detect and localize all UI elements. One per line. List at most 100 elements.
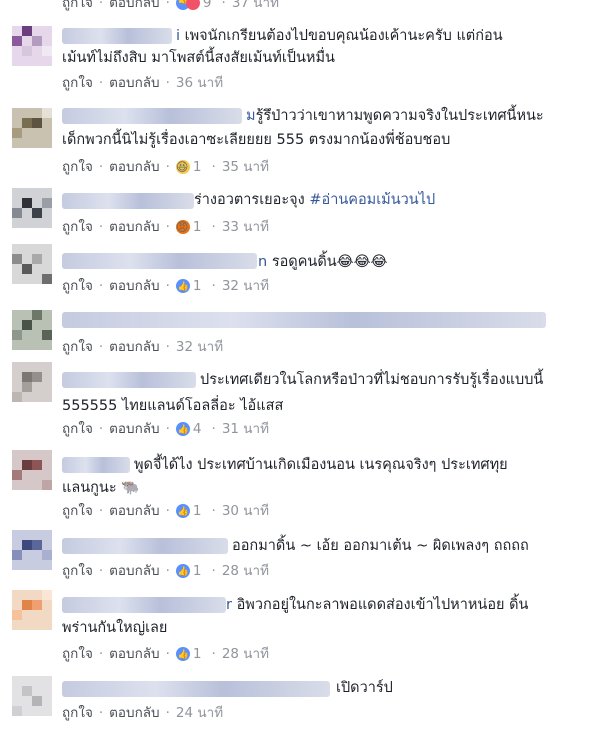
comment-item: ร่างอวตารเยอะจุง #อ่านคอมเม้นวนไป ถูกใจ ·…: [0, 184, 592, 240]
author-name-suffix[interactable]: r: [226, 597, 232, 613]
author-name-blurred[interactable]: [62, 372, 196, 388]
avatar[interactable]: [12, 450, 52, 490]
comment-text-line2: 555555 ไทยแลนด์โอลลี่อะ ไอ้แสส: [62, 398, 284, 414]
author-name-suffix[interactable]: i: [176, 28, 180, 44]
comment-item: มรู้รึป่าวว่าเขาหามพูดความจริงในประเทศนี…: [0, 104, 592, 184]
timestamp[interactable]: 30 นาที: [222, 502, 269, 520]
comment-actions: ถูกใจ·ตอบกลับ·1·35 นาที: [62, 158, 269, 176]
reaction-count[interactable]: 1: [193, 502, 202, 520]
author-name-blurred[interactable]: [62, 312, 546, 328]
author-name-blurred[interactable]: [62, 253, 257, 269]
comment-item: เปิดวาร์ป ถูกใจ · ตอบกลับ · 24 นาที: [0, 676, 592, 731]
like-link[interactable]: ถูกใจ: [62, 277, 93, 295]
like-link[interactable]: ถูกใจ: [62, 645, 93, 663]
reaction-count[interactable]: 1: [193, 562, 202, 580]
timestamp[interactable]: 31 นาที: [222, 420, 269, 438]
avatar[interactable]: [12, 530, 52, 570]
reply-link[interactable]: ตอบกลับ: [109, 562, 159, 580]
comment-text: รู้รึป่าวว่าเขาหามพูดความจริงในประเทศนี้…: [255, 108, 544, 124]
like-reaction-icon[interactable]: [175, 503, 190, 521]
timestamp[interactable]: 24 นาที: [176, 704, 223, 722]
author-name-blurred[interactable]: [62, 457, 130, 473]
reaction-count[interactable]: 4: [193, 420, 202, 438]
comment-actions: ถูกใจ · ตอบกลับ · 32 นาที: [62, 338, 224, 356]
comment-text-line2: แลนกูนะ 🐃: [62, 480, 140, 496]
avatar[interactable]: [12, 244, 52, 284]
avatar[interactable]: [12, 310, 52, 350]
comment-item: ถูกใจ · ตอบกลับ · 32 นาที: [0, 304, 592, 356]
like-link[interactable]: ถูกใจ: [62, 158, 93, 176]
like-link[interactable]: ถูกใจ: [62, 74, 93, 92]
timestamp[interactable]: 32 นาที: [222, 277, 269, 295]
reply-link[interactable]: ตอบกลับ: [109, 277, 159, 295]
avatar[interactable]: [12, 590, 52, 630]
avatar[interactable]: [12, 362, 52, 402]
author-name-blurred[interactable]: [62, 597, 226, 613]
comment-text-line2: เม้นท์ไม่ถึงสิบ มาโพสต์นี้สงสัยเม้นท์เป็…: [62, 50, 335, 66]
comment-actions: ถูกใจ·ตอบกลับ·1·33 นาที: [62, 218, 269, 236]
comment-actions: ถูกใจ·ตอบกลับ·1·32 นาที: [62, 277, 269, 296]
reaction-count[interactable]: 1: [193, 277, 202, 295]
like-link[interactable]: ถูกใจ: [62, 0, 93, 11]
comment-actions: ถูกใจ·ตอบกลับ·4·31 นาที: [62, 420, 269, 439]
like-reaction-icon[interactable]: [175, 646, 190, 664]
haha-reaction-icon[interactable]: [175, 158, 190, 176]
avatar[interactable]: [12, 188, 52, 228]
reply-link[interactable]: ตอบกลับ: [109, 420, 159, 438]
author-name-blurred[interactable]: [62, 193, 194, 209]
like-reaction-icon[interactable]: [175, 563, 190, 581]
reply-link[interactable]: ตอบกลับ: [109, 158, 159, 176]
timestamp[interactable]: 33 นาที: [222, 218, 269, 236]
comment-text: เปิดวาร์ป: [336, 680, 393, 696]
reply-link[interactable]: ตอบกลับ: [109, 338, 159, 356]
comment-item: พูดจี้ได้ไง ประเทศบ้านเกิดเมืองนอน เนรคุ…: [0, 450, 592, 526]
reply-link[interactable]: ตอบกลับ: [109, 704, 159, 722]
comment-actions: ถูกใจ · ตอบกลับ · 36 นาที: [62, 74, 224, 92]
timestamp[interactable]: 32 นาที: [176, 338, 223, 356]
author-name-suffix[interactable]: ม: [246, 108, 256, 124]
comment-item: r อิพวกอยู่ในกะลาพอแดดส่องเข้าไปหาหน่อย …: [0, 590, 592, 670]
reaction-count[interactable]: 1: [193, 158, 202, 176]
comment-text: พูดจี้ได้ไง ประเทศบ้านเกิดเมืองนอน เนรคุ…: [134, 457, 508, 473]
love-reaction-icon: [185, 0, 200, 10]
reaction-count[interactable]: 1: [193, 218, 202, 236]
avatar[interactable]: [12, 676, 52, 716]
reply-link[interactable]: ตอบกลับ: [109, 645, 159, 663]
like-link[interactable]: ถูกใจ: [62, 420, 93, 438]
timestamp[interactable]: 35 นาที: [222, 158, 269, 176]
author-name-blurred[interactable]: [62, 681, 330, 697]
like-link[interactable]: ถูกใจ: [62, 338, 93, 356]
author-name-blurred[interactable]: [62, 538, 228, 554]
timestamp[interactable]: 28 นาที: [222, 562, 269, 580]
reply-link[interactable]: ตอบกลับ: [109, 0, 159, 11]
like-link[interactable]: ถูกใจ: [62, 704, 93, 722]
author-name-suffix[interactable]: n: [258, 254, 267, 270]
comment-actions: ถูกใจ · ตอบกลับ · 24 นาที: [62, 704, 224, 722]
author-name-blurred[interactable]: [62, 108, 242, 124]
timestamp[interactable]: 36 นาที: [176, 74, 223, 92]
hashtag-link[interactable]: #อ่านคอมเม้นวนไป: [309, 192, 435, 208]
comment-item: i เพจนักเกรียนต้องไปขอบคุณน้องเค้านะครับ…: [0, 22, 592, 102]
like-reaction-icon[interactable]: [175, 278, 190, 296]
comment-item: n รอดูคนดิ้น😂😂😂 ถูกใจ·ตอบกลับ·1·32 นาที: [0, 244, 592, 300]
reply-link[interactable]: ตอบกลับ: [109, 502, 159, 520]
comment-text: อิพวกอยู่ในกะลาพอแดดส่องเข้าไปหาหน่อย ดิ…: [236, 597, 529, 613]
reaction-count[interactable]: 1: [193, 645, 202, 663]
timestamp[interactable]: 28 นาที: [222, 645, 269, 663]
comment-actions: ถูกใจ·ตอบกลับ·1·28 นาที: [62, 645, 269, 664]
like-link[interactable]: ถูกใจ: [62, 218, 93, 236]
comment-text: ร่างอวตารเยอะจุง: [194, 192, 305, 208]
reply-link[interactable]: ตอบกลับ: [109, 74, 159, 92]
author-name-blurred[interactable]: [62, 28, 172, 44]
comment-item: ออกมาดิ้น ~ เอ้ย ออกมาเต้น ~ ผิดเพลงๆ ถถ…: [0, 530, 592, 586]
avatar[interactable]: [12, 26, 52, 66]
comment-text: รอดูคนดิ้น😂😂😂: [271, 254, 388, 270]
reply-link[interactable]: ตอบกลับ: [109, 218, 159, 236]
like-link[interactable]: ถูกใจ: [62, 562, 93, 580]
comment-text: ออกมาดิ้น ~ เอ้ย ออกมาเต้น ~ ผิดเพลงๆ ถถ…: [232, 538, 529, 554]
comment-text: ประเทศเดียวในโลกหรือป่าวที่ไม่ชอบการรับร…: [200, 372, 544, 388]
like-reaction-icon[interactable]: [175, 421, 190, 439]
avatar[interactable]: [12, 108, 52, 148]
like-link[interactable]: ถูกใจ: [62, 502, 93, 520]
angry-reaction-icon[interactable]: [175, 218, 190, 236]
